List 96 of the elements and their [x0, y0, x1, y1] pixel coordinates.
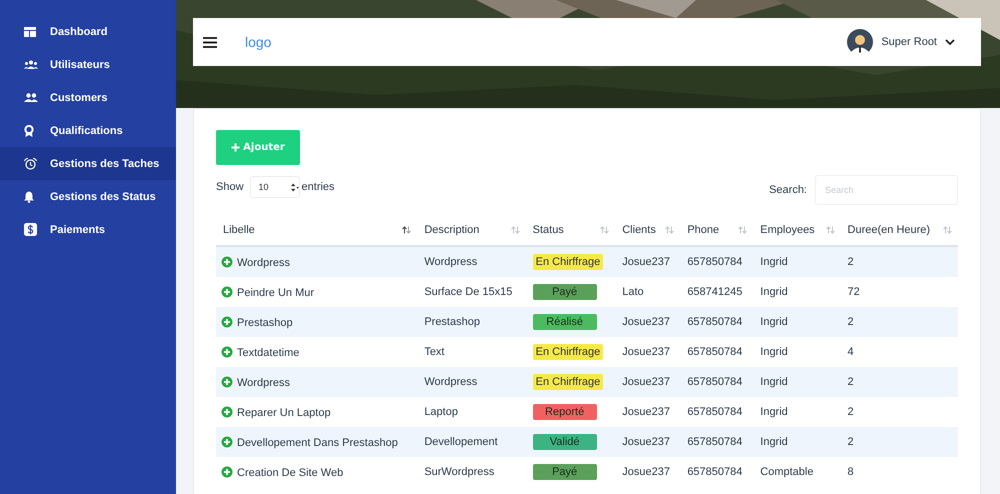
table-cell: 2	[840, 367, 958, 397]
sidebar-item[interactable]: Utilisateurs	[0, 48, 176, 81]
sort-icon	[738, 226, 748, 234]
table-cell: Devellopement	[417, 427, 526, 457]
table-cell: Ingrid	[753, 397, 841, 427]
table-cell: Peindre Un Mur	[237, 287, 314, 299]
table-cell: Comptable	[753, 457, 841, 487]
expand-icon[interactable]	[220, 285, 234, 299]
table-cell: 657850784	[680, 367, 754, 397]
table-cell: 657850784	[680, 307, 754, 337]
alarm-clock-icon	[24, 158, 37, 170]
search-label: Search:	[769, 184, 807, 196]
avatar-icon	[847, 29, 874, 55]
table-cell: 658741245	[680, 277, 754, 307]
expand-icon[interactable]	[220, 435, 234, 449]
sidebar-item[interactable]: Gestions des Status	[0, 180, 176, 213]
menu-icon[interactable]	[203, 36, 217, 48]
status-badge: Payé	[532, 464, 597, 480]
status-badge: Validé	[532, 434, 597, 450]
sidebar-item[interactable]: Qualifications	[0, 114, 176, 147]
expand-icon[interactable]	[220, 315, 234, 329]
status-badge: Reporté	[532, 404, 597, 420]
table-cell: Wordpress	[237, 377, 290, 389]
table-cell: Laptop	[417, 397, 526, 427]
table-cell: Josue237	[615, 457, 680, 487]
sort-icon	[665, 226, 674, 234]
sort-icon	[943, 226, 952, 234]
entries-select[interactable]: 10	[250, 176, 300, 198]
sidebar-item[interactable]: Paiements	[0, 213, 176, 246]
table-cell: Ingrid	[753, 277, 841, 307]
table-cell: Reparer Un Laptop	[237, 407, 331, 419]
expand-icon[interactable]	[220, 465, 234, 479]
table-cell: Textdatetime	[237, 347, 300, 359]
table-cell: Ingrid	[753, 246, 841, 277]
table-cell: Text	[417, 337, 526, 367]
sidebar-item[interactable]: Gestions des Taches	[0, 147, 176, 180]
table-cell: 657850784	[680, 427, 754, 457]
table-cell: Lato	[615, 277, 680, 307]
table-cell: Josue237	[615, 427, 680, 457]
table-cell: 8	[840, 457, 958, 487]
table-cell: 4	[840, 337, 958, 367]
table-cell: 72	[840, 277, 958, 307]
award-icon	[24, 124, 34, 136]
table-cell: 657850784	[680, 397, 754, 427]
show-label: Show	[216, 181, 244, 193]
table-cell: 2	[840, 427, 958, 457]
table-cell: Josue237	[615, 367, 680, 397]
expand-icon[interactable]	[220, 345, 234, 359]
table-cell: Ingrid	[753, 367, 841, 397]
status-badge: Payé	[532, 284, 597, 300]
sort-icon	[826, 226, 835, 234]
table-cell: 2	[840, 397, 958, 427]
table-cell: 657850784	[680, 246, 754, 277]
entries-label: entries	[302, 181, 335, 193]
table-cell: SurWordpress	[417, 457, 526, 487]
bell-icon	[24, 190, 34, 202]
table-cell: Ingrid	[753, 427, 841, 457]
sidebar-item[interactable]: Customers	[0, 81, 176, 114]
table-cell: Creation De Site Web	[237, 467, 344, 479]
status-badge: En Chirffrage	[532, 254, 604, 270]
sort-icon	[510, 226, 520, 234]
chevron-down-icon	[945, 38, 955, 46]
table-cell: Prestashop	[417, 307, 526, 337]
grid-icon	[24, 26, 36, 36]
table-cell: Ingrid	[753, 307, 841, 337]
table-cell: Surface De 15x15	[417, 277, 526, 307]
group-icon	[24, 60, 38, 69]
status-badge: En Chirffrage	[532, 374, 604, 390]
table-cell: Devellopement Dans Prestashop	[237, 437, 398, 449]
sort-icon	[600, 226, 610, 234]
expand-icon[interactable]	[220, 375, 234, 389]
table-cell: Wordpress	[417, 367, 526, 397]
table-cell: 2	[840, 246, 958, 277]
search-field[interactable]: Search	[815, 175, 958, 205]
expand-icon[interactable]	[220, 405, 234, 419]
table-cell: Josue237	[615, 307, 680, 337]
table-cell: Josue237	[615, 337, 680, 367]
table-cell: Josue237	[615, 246, 680, 277]
spinner-icon	[290, 182, 299, 192]
table-cell: 657850784	[680, 337, 754, 367]
table-cell: Prestashop	[237, 317, 293, 329]
table-cell: Wordpress	[237, 257, 290, 269]
plus-icon	[231, 143, 240, 152]
sidebar-item[interactable]: Dashboard	[0, 15, 176, 48]
expand-icon[interactable]	[220, 255, 234, 269]
sort-icon	[402, 226, 412, 234]
table-cell: Josue237	[615, 397, 680, 427]
table-cell: Wordpress	[417, 246, 526, 277]
table-cell: 657850784	[680, 457, 754, 487]
people-icon	[24, 93, 38, 102]
table-cell: 2	[840, 307, 958, 337]
user-menu[interactable]: Super Root	[847, 29, 955, 55]
table-cell: Ingrid	[753, 337, 841, 367]
status-badge: Réalisé	[532, 314, 597, 330]
dollar-icon	[24, 223, 37, 236]
status-badge: En Chirffrage	[532, 344, 604, 360]
